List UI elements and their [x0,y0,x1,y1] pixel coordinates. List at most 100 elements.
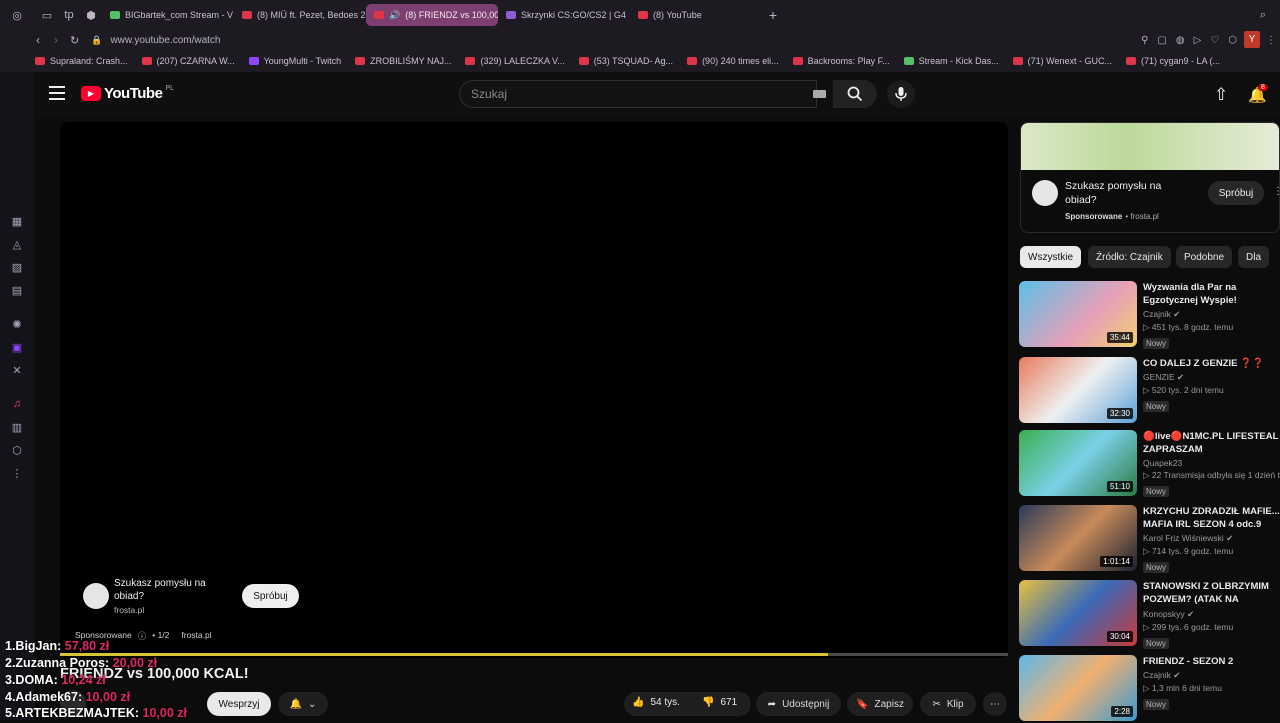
speaker-icon[interactable]: 🔊 [389,10,400,21]
browser-tab[interactable]: Skrzynki CS:GO/CS2 | G4 [498,4,630,26]
recommended-video[interactable]: 51:10 🔴live🔴N1MC.PL LIFESTEAL ZAPRASZAM Q… [1019,430,1280,498]
music-icon[interactable]: ♫ [10,397,24,411]
video-title[interactable]: FRIENDZ - SEZON 2 [1143,655,1280,668]
chip-all[interactable]: Wszystkie [1020,246,1081,268]
sidebar-ad-card[interactable]: Szukasz pomysłu na obiad? Sponsorowane • … [1020,122,1280,233]
video-title[interactable]: Wyzwania dla Par na Egzotycznej Wyspie! [1143,281,1280,307]
search-input[interactable]: Szukaj [459,80,826,108]
channel-name[interactable]: Konopskyy ✔ [1143,609,1280,620]
pinned-tab-icon[interactable]: ⬢ [80,4,102,26]
video-thumbnail[interactable]: 1:01:14 [1019,505,1137,571]
video-thumbnail[interactable]: 32:30 [1019,357,1137,423]
reload-icon[interactable]: ↻ [70,34,79,47]
ad-domain-link[interactable]: frosta.pl [181,630,211,642]
video-title[interactable]: KRZYCHU ZDRADZIŁ MAFIE... MAFIA IRL SEZO… [1143,505,1280,531]
advertiser-logo[interactable] [83,583,109,609]
thumbs-up-icon: 👍 [632,697,645,708]
new-tab-icon[interactable]: + [762,4,784,26]
recommended-video[interactable]: 2:28 FRIENDZ - SEZON 2 Czajnik ✔ ▷ 1,3 mln… [1019,655,1280,723]
channel-name[interactable]: GENZIE ✔ [1143,372,1280,383]
channel-name[interactable]: Czajnik ✔ [1143,309,1280,320]
video-stats: ▷ 299 tys. 6 godz. temu [1143,622,1234,632]
browser-tab[interactable]: BIGbartek_com Stream - V [102,4,234,26]
sidebar-app-icon[interactable]: ⬡ [10,443,24,457]
support-button[interactable]: Wesprzyj [207,692,271,716]
clip-button[interactable]: ✂ Klip [920,692,976,716]
chip-source[interactable]: Źródło: Czajnik [1088,246,1171,268]
channel-name[interactable]: Czajnik ✔ [1143,670,1280,681]
bookmark[interactable]: (71) Wenext - GUC... [1006,56,1119,66]
bookmark[interactable]: YoungMulti - Twitch [242,56,349,66]
bookmark[interactable]: (329) LALECZKA V... [458,56,571,66]
bookmark[interactable]: (207) CZARNA W... [135,56,242,66]
ad-more-icon[interactable]: ⋮ [1273,186,1279,197]
chip-similar[interactable]: Podobne [1176,246,1233,268]
recommended-video[interactable]: 30:04 STANOWSKI Z OLBRZYMIM POZWEM? (ATA… [1019,580,1280,649]
hamburger-menu-icon[interactable] [49,86,65,100]
advertiser-logo[interactable] [1032,180,1058,206]
pinned-tab-icon[interactable]: tp [58,4,80,26]
progress-bar[interactable] [60,653,1008,656]
chip-for-you[interactable]: Dla [1238,246,1270,268]
browser-menu-icon[interactable]: ⋮ [1266,35,1276,46]
video-title[interactable]: CO DALEJ Z GENZIE ❓❓ [1143,357,1280,370]
browser-search-icon[interactable]: ⌕ [1252,4,1274,26]
youtube-logo[interactable]: ▶ YouTube PL [81,85,174,102]
bookmark[interactable]: (53) TSQUAD- Ag... [572,56,680,66]
dislike-button[interactable]: 👎 671 [702,697,737,708]
forward-icon[interactable]: › [54,33,58,47]
ad-banner-image[interactable] [1021,123,1279,170]
video-thumbnail[interactable]: 30:04 [1019,580,1137,646]
back-icon[interactable]: ‹ [36,33,40,47]
keyboard-icon[interactable] [813,90,826,98]
info-icon[interactable]: ⓘ [138,630,147,642]
search-button[interactable] [833,80,877,108]
browser-menu-icon[interactable]: ◎ [6,4,28,26]
channel-name[interactable]: Quapek23 [1143,458,1280,468]
bookmark[interactable]: (71) cygan9 - LA (... [1119,56,1227,66]
twitch-icon[interactable]: ▣ [10,340,24,354]
bookmark-label: Stream - Kick Das... [918,56,999,66]
sidebar-app-icon[interactable]: ▨ [10,260,24,274]
recommended-video[interactable]: 35:44 Wyzwania dla Par na Egzotycznej Wy… [1019,281,1280,349]
url-field[interactable]: www.youtube.com/watch [110,35,220,46]
subscribe-bell-button[interactable]: 🔔 ⌄ [278,692,328,716]
recommended-video[interactable]: 1:01:14 KRZYCHU ZDRADZIŁ MAFIE... MAFIA … [1019,505,1280,573]
more-actions-button[interactable]: ⋯ [983,692,1007,716]
upload-icon[interactable]: ⇧ [1214,85,1228,105]
video-title[interactable]: 🔴live🔴N1MC.PL LIFESTEAL ZAPRASZAM [1143,430,1280,456]
x-icon[interactable]: ✕ [10,363,24,377]
share-button[interactable]: ➦ Udostępnij [756,692,841,716]
bookmark[interactable]: ZROBILIŚMY NAJ... [348,56,458,66]
browser-tab[interactable]: (8) YouTube [630,4,762,26]
ad-cta-button[interactable]: Spróbuj [1208,181,1264,205]
profile-avatar[interactable]: Y [1244,31,1260,48]
sidebar-app-icon[interactable]: ▤ [10,283,24,297]
chatgpt-icon[interactable]: ✺ [10,317,24,331]
video-thumbnail[interactable]: 51:10 [1019,430,1137,496]
video-thumbnail[interactable]: 35:44 [1019,281,1137,347]
sidebar-app-icon[interactable]: ▥ [10,420,24,434]
save-button[interactable]: 🔖 Zapisz [847,692,913,716]
extensions-icons[interactable]: ⚲▢◍▷♡⬡ [1141,35,1246,46]
ad-title[interactable]: Szukasz pomysłu na obiad? [114,577,219,603]
search-icon [847,86,863,102]
bell-icon[interactable]: ◬ [10,237,24,251]
like-button[interactable]: 👍 54 tys. [632,697,680,708]
video-title[interactable]: STANOWSKI Z OLBRZYMIM POZWEM? (ATAK NA K… [1143,580,1280,607]
bookmark[interactable]: (90) 240 times eli... [680,56,786,66]
sidebar-app-icon[interactable]: ▦ [10,214,24,228]
bookmark[interactable]: Supraland: Crash... [28,56,135,66]
browser-tab-active[interactable]: 🔊 (8) FRIENDZ vs 100,000 [366,4,498,26]
more-icon[interactable]: ⋮ [10,466,24,480]
ad-cta-button[interactable]: Spróbuj [242,584,299,608]
ad-title[interactable]: Szukasz pomysłu na obiad? [1065,179,1185,207]
bookmark[interactable]: Backrooms: Play F... [786,56,897,66]
workspaces-icon[interactable]: ▭ [36,4,58,26]
browser-tab[interactable]: (8) MIÜ ft. Pezet, Bedoes 2 [234,4,366,26]
recommended-video[interactable]: 32:30 CO DALEJ Z GENZIE ❓❓ GENZIE ✔ ▷ 520 … [1019,357,1280,425]
channel-name[interactable]: Karol Friz Wiśniewski ✔ [1143,533,1280,544]
bookmark[interactable]: Stream - Kick Das... [897,56,1006,66]
video-thumbnail[interactable]: 2:28 [1019,655,1137,721]
voice-search-button[interactable] [887,80,915,108]
